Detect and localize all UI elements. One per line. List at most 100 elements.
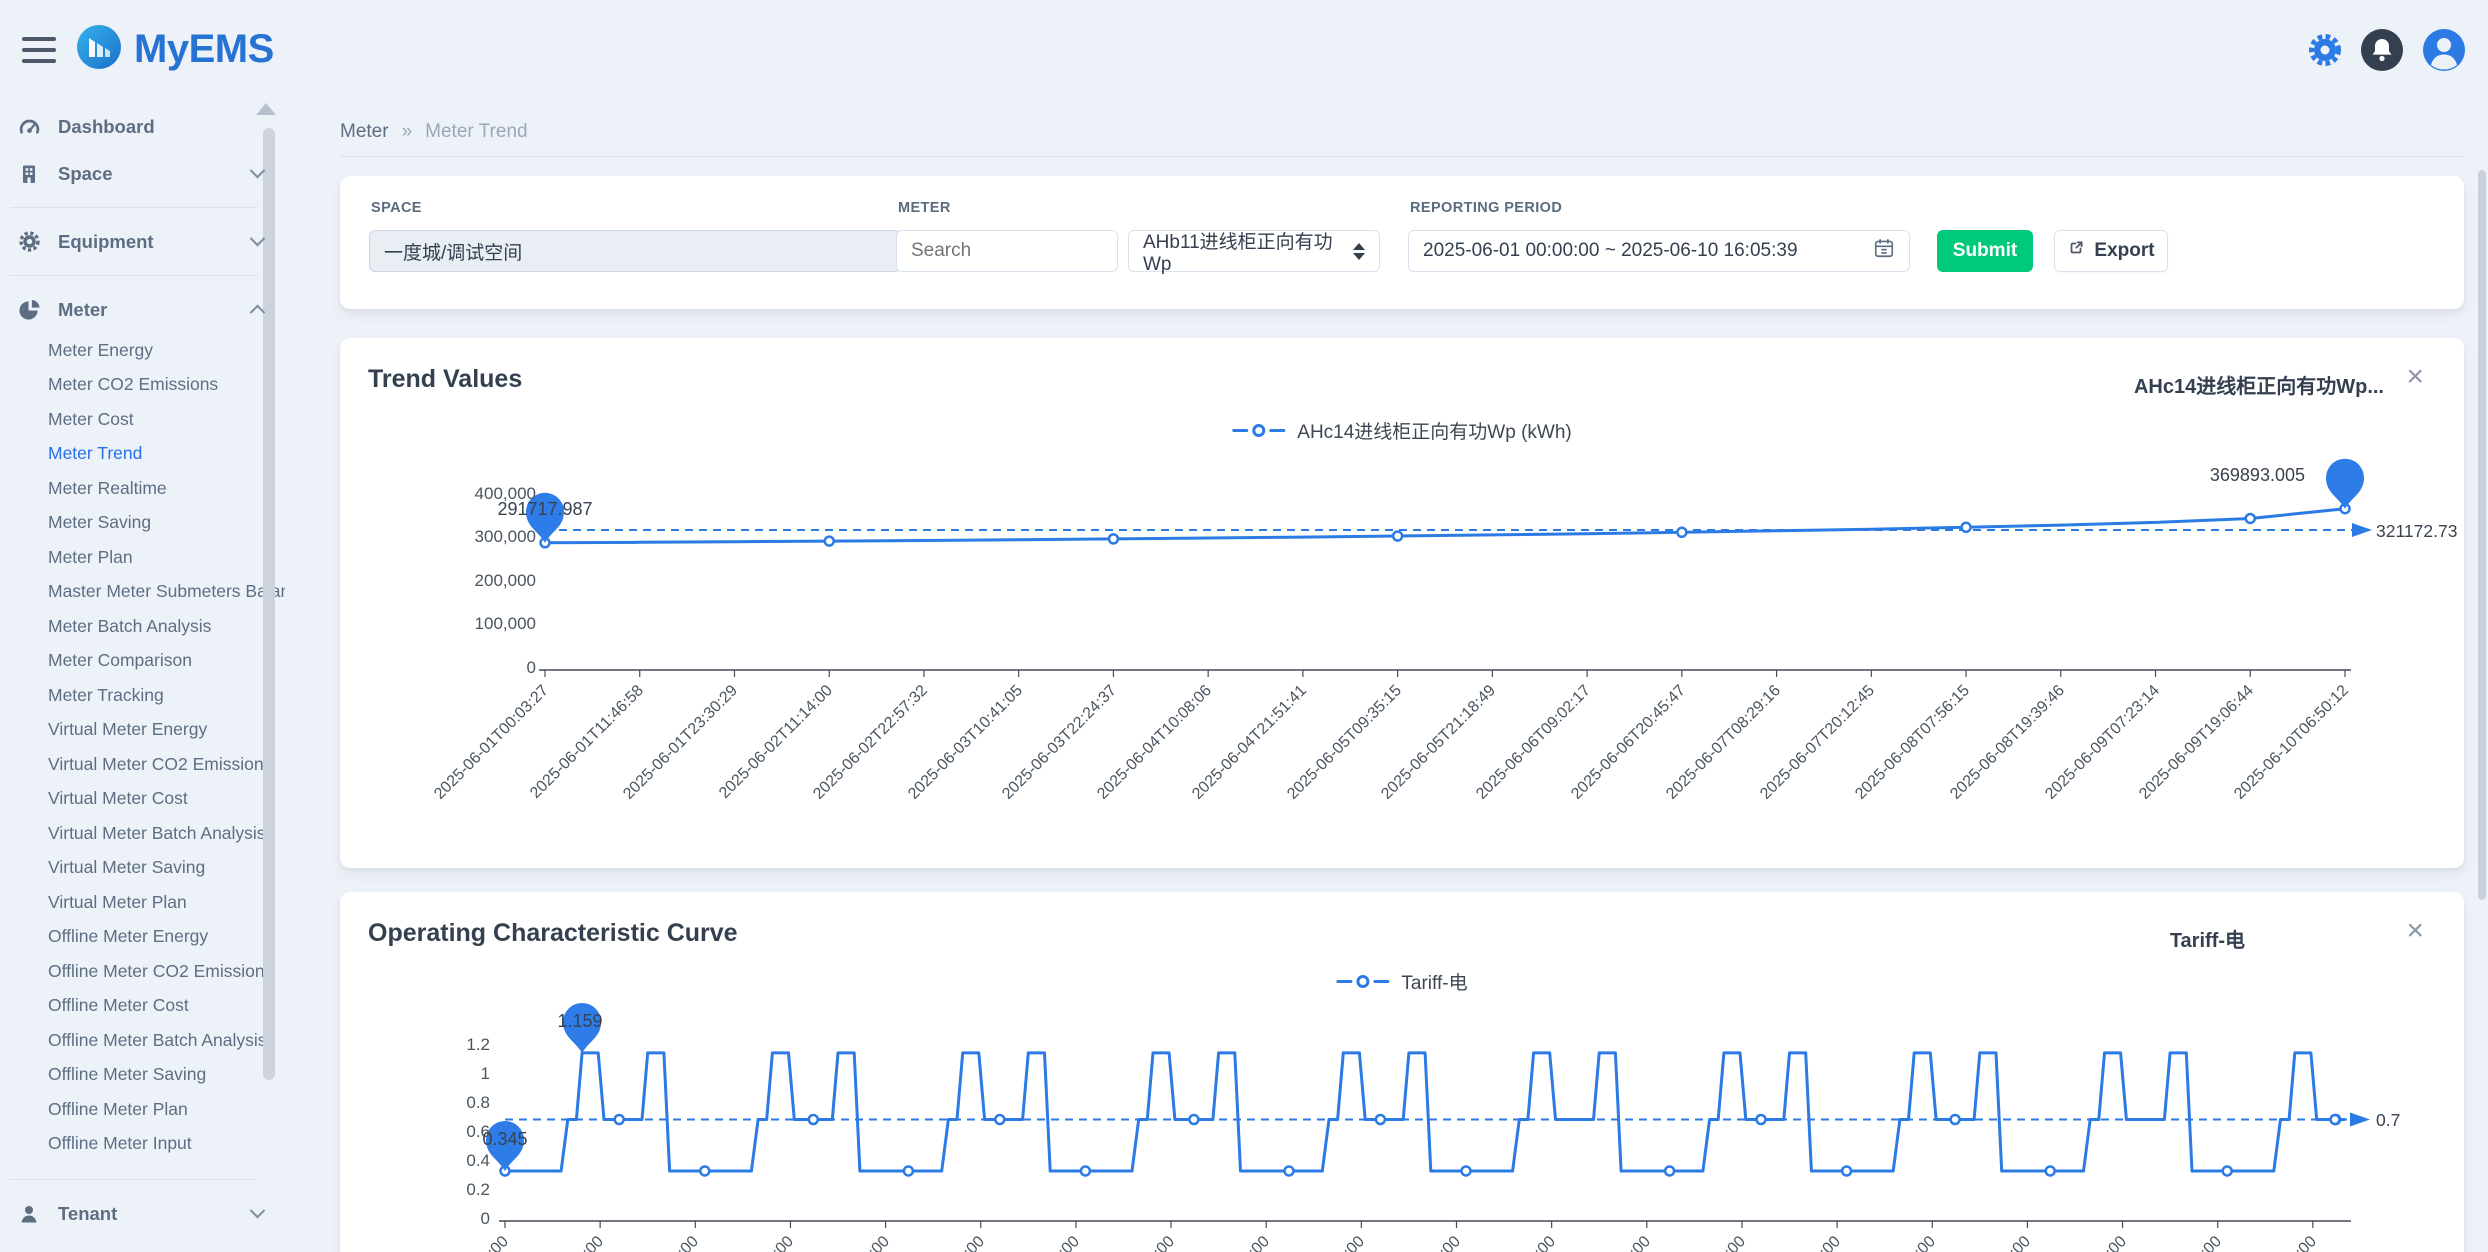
trend-values-card: Trend Values AHc14进线柜正向有功Wp... × AHc14进线… [340,338,2464,868]
reporting-period-input[interactable] [1423,240,1873,262]
sidebar-item-meter-comparison[interactable]: Meter Comparison [0,644,285,679]
sidebar-item-virtual-meter-saving[interactable]: Virtual Meter Saving [0,851,285,886]
y-tick-label: 100,000 [426,614,536,634]
sidebar-item-meter-trend[interactable]: Meter Trend [0,437,285,472]
occ-card-title: Operating Characteristic Curve [368,918,738,948]
export-button[interactable]: Export [2054,230,2168,272]
sidebar-scrollbar[interactable] [263,128,275,1080]
sidebar-item-meter-realtime[interactable]: Meter Realtime [0,471,285,506]
sidebar-item-meter[interactable]: Meter [0,286,285,333]
x-tick-label: 2025-06-01T00:00:00 [302,1233,513,1252]
breadcrumb-link-meter[interactable]: Meter [340,121,389,143]
operating-curve-card: Operating Characteristic Curve Tariff-电 … [340,892,2464,1252]
pie-chart-icon [16,299,42,321]
sidebar-item-space[interactable]: Space [0,150,285,197]
sidebar-item-virtual-meter-energy[interactable]: Virtual Meter Energy [0,713,285,748]
sidebar-item-offline-meter-plan[interactable]: Offline Meter Plan [0,1092,285,1127]
reporting-period-label: REPORTING PERIOD [1410,200,1562,216]
sidebar-item-offline-meter-cost[interactable]: Offline Meter Cost [0,989,285,1024]
sidebar-item-meter-cost[interactable]: Meter Cost [0,402,285,437]
sidebar-item-virtual-meter-co2-emissions[interactable]: Virtual Meter CO2 Emissions [0,747,285,782]
export-icon [2067,239,2085,263]
sidebar-item-virtual-meter-cost[interactable]: Virtual Meter Cost [0,782,285,817]
y-tick-label: 1 [380,1064,490,1084]
markpoint-pin-last [2326,459,2364,509]
y-tick-label: 0.8 [380,1093,490,1113]
sidebar-item-equipment[interactable]: Equipment [0,218,285,265]
legend-label: AHc14进线柜正向有功Wp (kWh) [1297,417,1571,444]
sidebar-item-dashboard[interactable]: Dashboard [0,103,285,150]
sidebar-item-meter-tracking[interactable]: Meter Tracking [0,678,285,713]
sidebar-item-label: Space [58,163,113,185]
meter-label: METER [898,200,951,216]
legend-circle-icon [1356,975,1369,988]
sidebar-item-meter-co2-emissions[interactable]: Meter CO2 Emissions [0,368,285,403]
notifications-bell-icon[interactable] [2360,28,2404,77]
sidebar-item-label: Equipment [58,231,154,253]
legend-line-icon [1232,429,1248,432]
user-icon [16,1203,42,1225]
sidebar-item-virtual-meter-batch-analysis[interactable]: Virtual Meter Batch Analysis [0,816,285,851]
sidebar-divider [10,275,257,276]
meter-submenu: Meter EnergyMeter CO2 EmissionsMeter Cos… [0,333,285,1161]
sidebar-divider [10,1179,257,1180]
sidebar-item-virtual-meter-plan[interactable]: Virtual Meter Plan [0,885,285,920]
app-logo[interactable]: MyEMS [76,24,274,75]
y-tick-label: 0 [380,1209,490,1229]
trend-average-label: 321172.73 [2376,521,2457,542]
close-icon[interactable]: × [2406,916,2424,946]
select-sort-arrows-icon [1353,243,1365,260]
page-scrollbar[interactable] [2478,170,2486,900]
y-tick-label: 1.2 [380,1035,490,1055]
sidebar-item-label: Meter [58,299,107,321]
sidebar-item-meter-energy[interactable]: Meter Energy [0,333,285,368]
settings-gear-icon[interactable] [2308,33,2342,72]
x-tick-label: 2025-06-01T00:03:27 [342,682,553,868]
sidebar-item-meter-saving[interactable]: Meter Saving [0,506,285,541]
y-tick-label: 200,000 [426,571,536,591]
sidebar-item-offline-meter-energy[interactable]: Offline Meter Energy [0,920,285,955]
logo-icon [76,24,122,75]
sidebar-item-offline-meter-input[interactable]: Offline Meter Input [0,1127,285,1162]
occ-markpoint-peak-label: 1.159 [520,1011,640,1032]
breadcrumb: Meter » Meter Trend [340,100,2464,157]
export-button-label: Export [2094,240,2154,262]
user-avatar[interactable] [2422,28,2466,77]
hamburger-menu-icon[interactable] [22,37,56,63]
legend-line-icon [1269,429,1285,432]
breadcrumb-current: Meter Trend [425,121,527,143]
sidebar-item-meter-batch-analysis[interactable]: Meter Batch Analysis [0,609,285,644]
occ-legend[interactable]: Tariff-电 [1336,968,1467,995]
sidebar-item-offline-meter-co2-emissions[interactable]: Offline Meter CO2 Emissions [0,954,285,989]
trend-legend[interactable]: AHc14进线柜正向有功Wp (kWh) [1232,417,1571,444]
filter-panel: SPACE METER AHb11进线柜正向有功Wp REPORTING PER… [340,176,2464,309]
gear-icon [16,230,42,253]
sidebar-item-master-meter-submeters-balance[interactable]: Master Meter Submeters Balance [0,575,285,610]
trend-card-tab[interactable]: AHc14进线柜正向有功Wp... [2134,370,2384,399]
gauge-icon [16,115,42,138]
trend-markpoint-first-label: 291717.987 [465,499,625,520]
sidebar-item-meter-plan[interactable]: Meter Plan [0,540,285,575]
space-label: SPACE [371,200,422,216]
legend-label: Tariff-电 [1401,968,1467,995]
sidebar-item-offline-meter-batch-analysis[interactable]: Offline Meter Batch Analysis [0,1023,285,1058]
y-tick-label: 0.4 [380,1151,490,1171]
legend-line-icon [1336,980,1352,983]
submit-button[interactable]: Submit [1937,230,2033,272]
y-tick-label: 0.2 [380,1180,490,1200]
space-input[interactable] [369,230,901,272]
occ-card-tab[interactable]: Tariff-电 [2170,924,2245,953]
legend-circle-icon [1252,424,1265,437]
trend-markpoint-last-label: 369893.005 [2145,465,2305,486]
meter-select[interactable]: AHb11进线柜正向有功Wp [1128,230,1380,272]
meter-search-input[interactable] [896,230,1118,272]
sidebar-item-offline-meter-saving[interactable]: Offline Meter Saving [0,1058,285,1093]
sidebar-item-tenant[interactable]: Tenant [0,1190,285,1237]
sidebar-item-label: Dashboard [58,116,155,138]
meter-select-value: AHb11进线柜正向有功Wp [1143,227,1343,276]
sidebar-divider [10,207,257,208]
sidebar-scroll-up-icon[interactable] [256,103,276,115]
occ-average-label: 0.7 [2376,1110,2400,1131]
close-icon[interactable]: × [2406,362,2424,392]
reporting-period-picker[interactable] [1408,230,1910,272]
